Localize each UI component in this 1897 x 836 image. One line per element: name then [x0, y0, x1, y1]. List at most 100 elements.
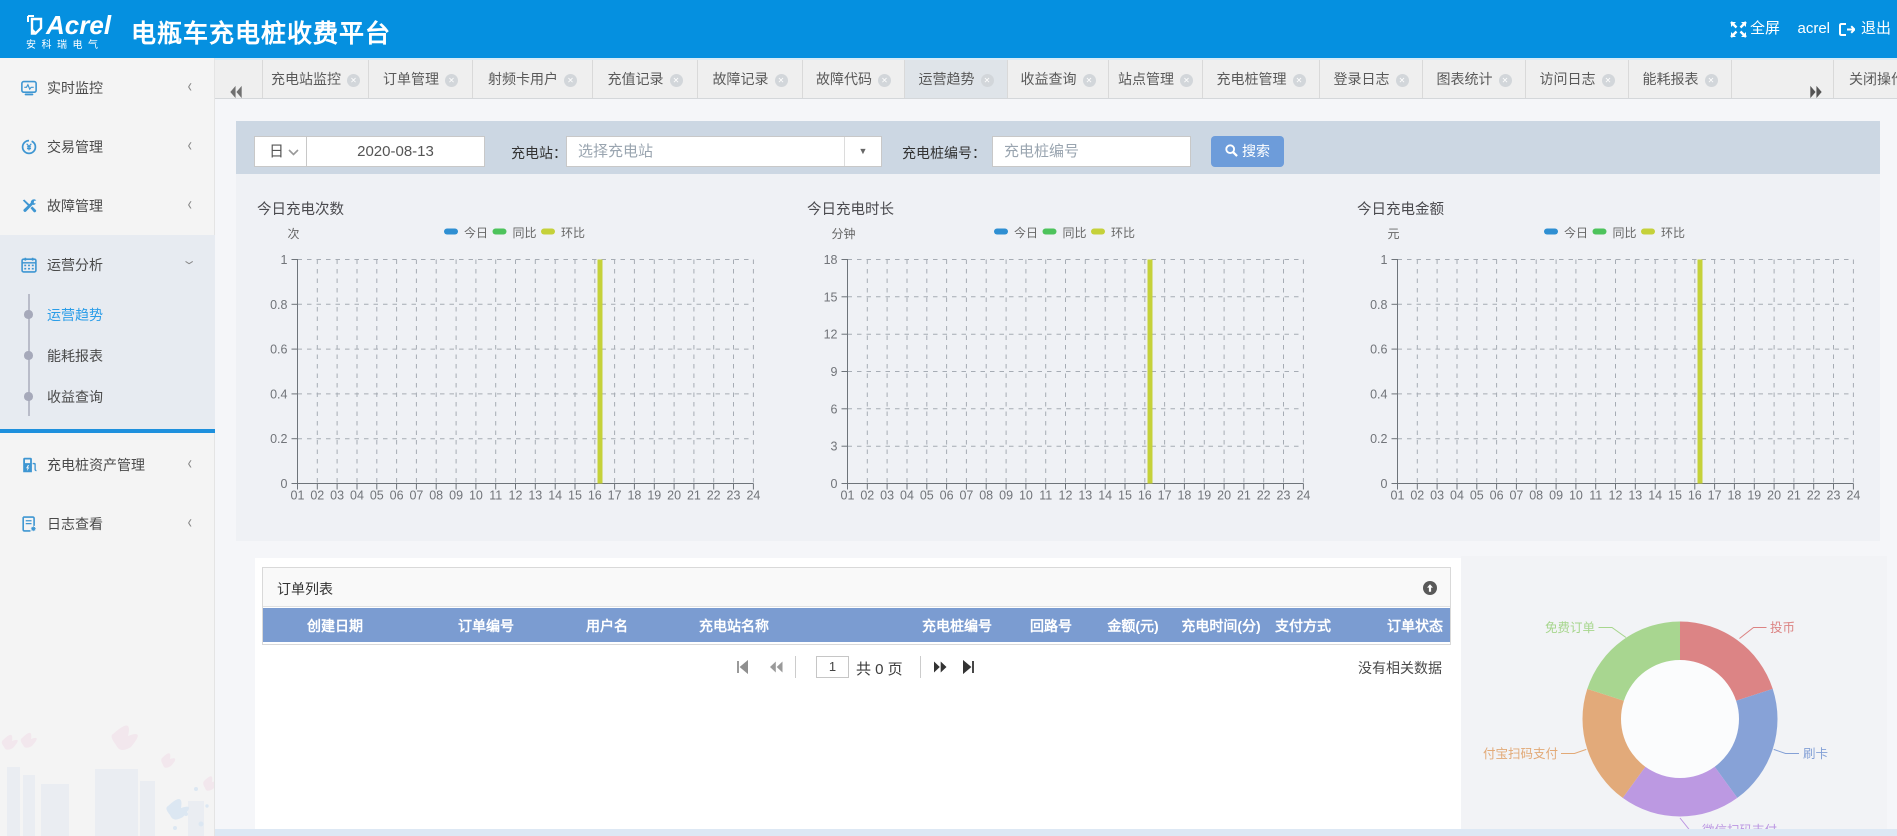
- svg-text:01: 01: [1391, 489, 1405, 503]
- svg-text:0: 0: [831, 477, 838, 491]
- svg-text:24: 24: [1296, 489, 1310, 503]
- svg-text:0: 0: [281, 477, 288, 491]
- svg-text:今日: 今日: [1014, 225, 1038, 240]
- svg-text:04: 04: [350, 489, 364, 503]
- svg-text:今日: 今日: [1564, 225, 1588, 240]
- svg-text:03: 03: [1430, 489, 1444, 503]
- svg-text:10: 10: [469, 489, 483, 503]
- svg-text:05: 05: [920, 489, 934, 503]
- svg-text:12: 12: [1059, 489, 1073, 503]
- svg-text:23: 23: [727, 489, 741, 503]
- svg-text:15: 15: [1668, 489, 1682, 503]
- svg-text:05: 05: [1470, 489, 1484, 503]
- svg-text:1: 1: [281, 253, 288, 267]
- svg-text:07: 07: [409, 489, 423, 503]
- svg-text:03: 03: [880, 489, 894, 503]
- svg-text:09: 09: [999, 489, 1013, 503]
- svg-text:02: 02: [860, 489, 874, 503]
- svg-text:03: 03: [330, 489, 344, 503]
- svg-text:21: 21: [1787, 489, 1801, 503]
- svg-text:投币: 投币: [1770, 620, 1795, 635]
- svg-text:14: 14: [548, 489, 562, 503]
- svg-text:免费订单: 免费订单: [1545, 620, 1595, 635]
- svg-text:0.4: 0.4: [1370, 387, 1387, 401]
- svg-text:0.6: 0.6: [1370, 343, 1387, 357]
- svg-text:12: 12: [1609, 489, 1623, 503]
- svg-text:09: 09: [449, 489, 463, 503]
- svg-text:14: 14: [1098, 489, 1112, 503]
- svg-text:16: 16: [588, 489, 602, 503]
- svg-text:07: 07: [959, 489, 973, 503]
- svg-text:07: 07: [1509, 489, 1523, 503]
- svg-text:23: 23: [1277, 489, 1291, 503]
- svg-text:08: 08: [1529, 489, 1543, 503]
- svg-text:10: 10: [1569, 489, 1583, 503]
- svg-text:元: 元: [1387, 227, 1399, 241]
- svg-text:23: 23: [1827, 489, 1841, 503]
- svg-text:16: 16: [1138, 489, 1152, 503]
- svg-text:今日充电时长: 今日充电时长: [807, 201, 894, 218]
- svg-text:19: 19: [1197, 489, 1211, 503]
- svg-text:11: 11: [1589, 489, 1602, 503]
- svg-text:21: 21: [687, 489, 701, 503]
- svg-text:13: 13: [528, 489, 542, 503]
- svg-text:19: 19: [1747, 489, 1761, 503]
- svg-text:分钟: 分钟: [831, 226, 855, 241]
- svg-text:18: 18: [1727, 489, 1741, 503]
- svg-text:18: 18: [824, 253, 838, 267]
- svg-text:15: 15: [824, 290, 838, 304]
- svg-text:0.8: 0.8: [1370, 298, 1387, 312]
- svg-text:10: 10: [1019, 489, 1033, 503]
- svg-text:14: 14: [1648, 489, 1662, 503]
- svg-text:15: 15: [1118, 489, 1132, 503]
- svg-text:1: 1: [1381, 253, 1388, 267]
- svg-text:08: 08: [429, 489, 443, 503]
- svg-text:19: 19: [647, 489, 661, 503]
- svg-text:同比: 同比: [1063, 226, 1087, 240]
- svg-text:付宝扫码支付: 付宝扫码支付: [1483, 747, 1558, 761]
- svg-text:13: 13: [1078, 489, 1092, 503]
- svg-text:06: 06: [940, 489, 954, 503]
- svg-text:0.4: 0.4: [270, 387, 287, 401]
- svg-text:0: 0: [1381, 477, 1388, 491]
- svg-text:0.6: 0.6: [270, 343, 287, 357]
- svg-text:22: 22: [707, 489, 721, 503]
- svg-text:20: 20: [667, 489, 681, 503]
- svg-text:17: 17: [1708, 489, 1722, 503]
- svg-text:0.2: 0.2: [270, 432, 287, 446]
- svg-text:环比: 环比: [1661, 226, 1685, 240]
- svg-text:18: 18: [627, 489, 641, 503]
- svg-text:6: 6: [831, 402, 838, 416]
- svg-text:3: 3: [831, 440, 838, 454]
- svg-text:刷卡: 刷卡: [1803, 747, 1828, 761]
- svg-text:次: 次: [287, 227, 299, 241]
- svg-text:24: 24: [1846, 489, 1860, 503]
- svg-text:环比: 环比: [1111, 226, 1135, 240]
- svg-text:15: 15: [568, 489, 582, 503]
- svg-text:环比: 环比: [561, 226, 585, 240]
- svg-text:22: 22: [1257, 489, 1271, 503]
- svg-text:11: 11: [1039, 489, 1052, 503]
- svg-text:24: 24: [746, 489, 760, 503]
- svg-text:16: 16: [1688, 489, 1702, 503]
- svg-text:02: 02: [310, 489, 324, 503]
- svg-text:02: 02: [1410, 489, 1424, 503]
- svg-text:22: 22: [1807, 489, 1821, 503]
- svg-text:06: 06: [1490, 489, 1504, 503]
- svg-text:08: 08: [979, 489, 993, 503]
- svg-text:05: 05: [370, 489, 384, 503]
- svg-text:01: 01: [291, 489, 305, 503]
- svg-text:20: 20: [1767, 489, 1781, 503]
- svg-text:11: 11: [489, 489, 502, 503]
- svg-text:21: 21: [1237, 489, 1251, 503]
- svg-text:同比: 同比: [1613, 226, 1637, 240]
- svg-text:18: 18: [1177, 489, 1191, 503]
- svg-text:0.2: 0.2: [1370, 432, 1387, 446]
- svg-text:04: 04: [900, 489, 914, 503]
- svg-text:0.8: 0.8: [270, 298, 287, 312]
- svg-text:今日: 今日: [464, 225, 488, 240]
- svg-text:同比: 同比: [513, 226, 537, 240]
- svg-text:12: 12: [824, 328, 838, 342]
- svg-text:12: 12: [509, 489, 523, 503]
- svg-text:17: 17: [1158, 489, 1172, 503]
